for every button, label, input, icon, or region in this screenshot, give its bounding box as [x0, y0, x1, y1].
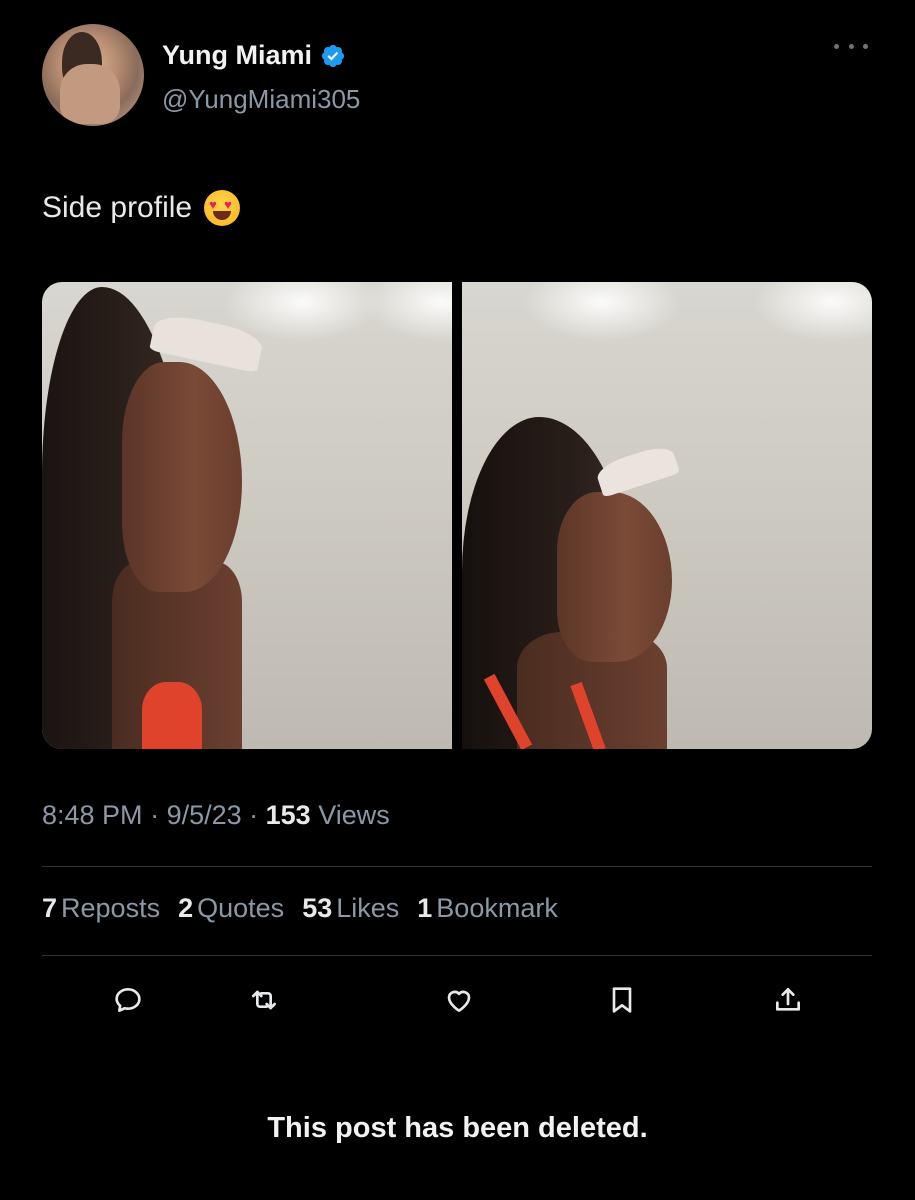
- photo-top: [142, 682, 202, 749]
- dot: [848, 44, 854, 49]
- reposts-count: 7: [42, 893, 58, 923]
- likes-count: 53: [302, 893, 333, 923]
- photo-side-profile-2[interactable]: [462, 282, 872, 749]
- stat-quotes[interactable]: 2 Quotes: [178, 893, 284, 924]
- verified-badge-icon: [321, 44, 345, 67]
- separator: ·: [142, 800, 167, 830]
- repost-icon: [252, 990, 276, 1010]
- photo-face: [122, 362, 242, 592]
- photo-face: [557, 492, 672, 662]
- tweet-meta: 8:48 PM · 9/5/23 · 153 Views: [42, 800, 390, 831]
- ceiling-light: [522, 282, 682, 342]
- bookmark-button[interactable]: [600, 978, 644, 1022]
- tweet-date[interactable]: 9/5/23: [167, 800, 242, 830]
- tweet-text: Side profile ♥ ♥: [42, 190, 241, 226]
- avatar-figure: [60, 64, 120, 124]
- engagement-stats: 7 Reposts 2 Quotes 53 Likes 1 Bookmark: [42, 893, 558, 924]
- tweet-header: Yung Miami @YungMiami305: [42, 24, 872, 134]
- photo-headband: [594, 442, 680, 498]
- deleted-notice: This post has been deleted.: [267, 1112, 648, 1144]
- stat-bookmarks[interactable]: 1 Bookmark: [417, 893, 558, 924]
- tweet-text-content: Side profile: [42, 191, 193, 224]
- divider: [42, 866, 872, 867]
- dot: [834, 44, 839, 49]
- share-icon: [776, 988, 800, 1011]
- action-bar: [0, 978, 915, 1028]
- reply-icon: [115, 988, 141, 1012]
- tweet-time[interactable]: 8:48 PM: [42, 800, 143, 830]
- media-grid: [42, 282, 872, 749]
- separator: ·: [241, 800, 266, 830]
- bookmarks-label: Bookmark: [436, 893, 558, 923]
- stat-reposts[interactable]: 7 Reposts: [42, 893, 160, 924]
- quotes-label: Quotes: [197, 893, 285, 923]
- ceiling-light: [752, 282, 872, 342]
- quotes-count: 2: [178, 893, 194, 923]
- reposts-label: Reposts: [61, 893, 161, 923]
- reply-button[interactable]: [106, 978, 150, 1022]
- like-button[interactable]: [437, 978, 481, 1022]
- more-options-icon[interactable]: [834, 44, 868, 56]
- heart-eye-right: ♥: [224, 197, 232, 212]
- user-handle[interactable]: @YungMiami305: [162, 84, 360, 115]
- emoji-mouth: [213, 211, 232, 220]
- photo-side-profile-1[interactable]: [42, 282, 452, 749]
- heart-eyes-emoji-icon: ♥ ♥: [204, 190, 241, 226]
- dot: [863, 44, 868, 49]
- name-row[interactable]: Yung Miami: [162, 40, 346, 71]
- bookmarks-count: 1: [417, 893, 433, 923]
- share-button[interactable]: [766, 978, 810, 1022]
- stat-likes[interactable]: 53 Likes: [302, 893, 399, 924]
- repost-button[interactable]: [242, 978, 286, 1022]
- ceiling-light: [362, 282, 452, 342]
- heart-icon: [447, 990, 471, 1012]
- divider: [42, 955, 872, 956]
- views-count: 153: [265, 800, 311, 830]
- views-label: Views: [310, 800, 390, 830]
- likes-label: Likes: [336, 893, 400, 923]
- bookmark-icon: [612, 987, 632, 1013]
- display-name[interactable]: Yung Miami: [162, 40, 312, 71]
- heart-eye-left: ♥: [209, 197, 217, 212]
- avatar[interactable]: [42, 24, 144, 126]
